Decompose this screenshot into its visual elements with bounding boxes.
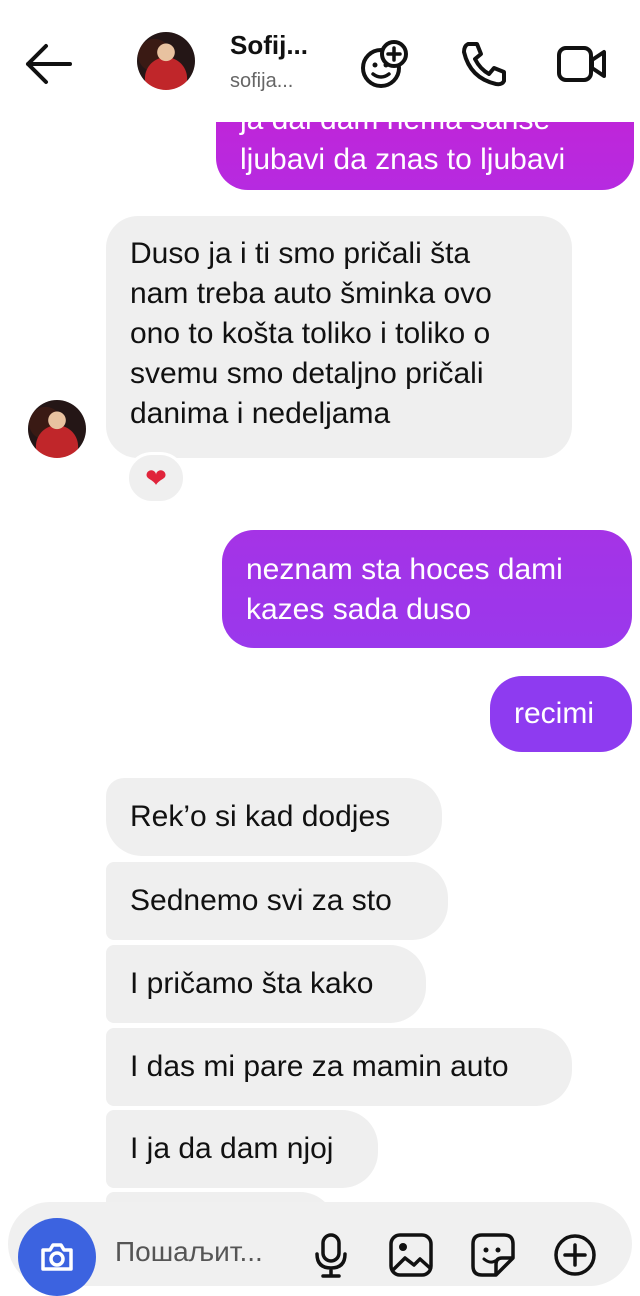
contact-name[interactable]: Sofij... [230,30,308,61]
message-text: svemu smo detaljno pričali [130,357,484,390]
message-text: danima i nedeljama [130,397,391,430]
sticker-icon [471,1233,515,1277]
message-sent[interactable]: neznam sta hoces dami kazes sada duso [222,530,632,648]
sticker-button[interactable] [470,1232,516,1278]
message-text: Sednemo svi za sto [130,884,392,917]
phone-icon [462,42,506,87]
microphone-icon [315,1233,347,1278]
audio-call-button[interactable] [458,38,510,90]
message-received[interactable]: I das mi pare za mamin auto [106,1028,572,1106]
back-button[interactable] [22,40,74,88]
message-text: ljubavi da znas to ljubavi [240,143,566,176]
arrow-left-icon [26,44,72,84]
camera-icon [41,1243,73,1271]
message-text: I das mi pare za mamin auto [130,1050,509,1083]
avatar-add-icon [361,40,408,88]
chat-header: Sofij... sofija... [0,0,640,122]
effects-button[interactable] [358,38,410,90]
message-text: recimi [514,697,594,730]
image-icon [389,1233,433,1277]
message-received[interactable]: Rek’o si kad dodjes [106,778,442,856]
message-sent[interactable]: recimi [490,676,632,752]
message-text: I pričamo šta kako [130,967,374,1000]
plus-circle-icon [554,1234,596,1276]
heart-icon: ❤ [145,462,167,493]
message-text: ono to košta toliko i toliko o [130,317,491,350]
camera-button[interactable] [18,1218,96,1296]
message-text: kazes sada duso [246,593,472,626]
more-options-button[interactable] [552,1232,598,1278]
reaction-badge[interactable]: ❤ [126,452,186,504]
message-received[interactable]: Sednemo svi za sto [106,862,448,940]
message-input[interactable]: Пошаљит... [115,1236,263,1268]
message-text: I ja da dam njoj [130,1132,334,1165]
contact-avatar[interactable] [137,32,195,90]
contact-username[interactable]: sofija... [230,70,293,93]
message-text: Duso ja i ti smo pričali šta [130,237,471,270]
message-text: Rek’o si kad dodjes [130,800,391,833]
video-camera-icon [557,46,606,82]
sender-avatar[interactable] [28,400,86,458]
message-received[interactable]: Duso ja i ti smo pričali šta nam treba a… [106,216,572,458]
gallery-button[interactable] [388,1232,434,1278]
message-text: neznam sta hoces dami [246,553,563,586]
message-text: nam treba auto šminka ovo [130,277,492,310]
message-received[interactable]: I pričamo šta kako [106,945,426,1023]
voice-message-button[interactable] [308,1232,354,1278]
video-call-button[interactable] [556,38,608,90]
message-received[interactable]: I ja da dam njoj [106,1110,378,1188]
